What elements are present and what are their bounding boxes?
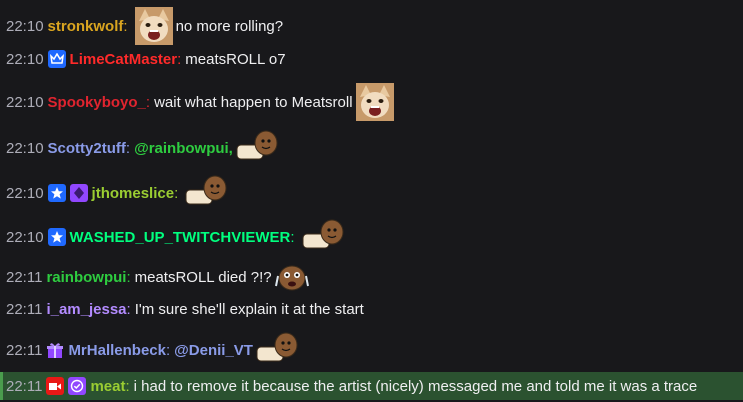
verified-badge[interactable] bbox=[68, 377, 87, 395]
chat-message: 22:11 i_am_jessa : I'm sure she'll expla… bbox=[6, 300, 364, 318]
username[interactable]: rainbowpui bbox=[46, 269, 126, 286]
highlighted-chat-message: 22:11 meat : i had to remove it because … bbox=[0, 372, 743, 400]
potato-emote[interactable] bbox=[256, 331, 298, 369]
timestamp: 22:11 bbox=[6, 377, 43, 395]
username[interactable]: i_am_jessa bbox=[46, 301, 126, 318]
star-badge[interactable] bbox=[47, 228, 66, 246]
potato-emote[interactable] bbox=[302, 218, 344, 256]
timestamp: 22:11 bbox=[6, 341, 43, 359]
message-text: i had to remove it because the artist (n… bbox=[133, 377, 698, 395]
chat-message: 22:10 Spookyboyo_ : wait what happen to … bbox=[0, 82, 743, 122]
star-badge[interactable] bbox=[47, 184, 66, 202]
message-text: no more rolling? bbox=[175, 17, 284, 35]
username[interactable]: stronkwolf bbox=[48, 18, 124, 35]
chat-message: 22:11 MrHallenbeck : @Denii_VT bbox=[0, 330, 743, 370]
timestamp: 22:10 bbox=[6, 50, 44, 68]
crying-emote[interactable] bbox=[274, 262, 309, 292]
timestamp: 22:10 bbox=[6, 184, 44, 202]
gem-badge[interactable] bbox=[69, 184, 88, 202]
chat-log: 22:10 stronkwolf : no more rolling? 22:1… bbox=[0, 0, 743, 402]
chat-message: 22:11 rainbowpui : meatsROLL died ?!? bbox=[0, 260, 743, 294]
timestamp: 22:11 bbox=[6, 300, 43, 318]
message-text: meatsROLL o7 bbox=[185, 50, 286, 68]
chat-message: 22:10 stronkwolf : no more rolling? bbox=[0, 6, 743, 46]
gift-badge[interactable] bbox=[46, 341, 64, 359]
prime-crown-badge[interactable] bbox=[47, 50, 66, 68]
chat-message: 22:10 jthomeslice : bbox=[0, 172, 743, 214]
username[interactable]: meat bbox=[90, 378, 125, 395]
potato-emote[interactable] bbox=[236, 129, 278, 167]
username[interactable]: jthomeslice bbox=[92, 185, 175, 202]
mention[interactable]: @rainbowpui, bbox=[134, 140, 233, 157]
timestamp: 22:10 bbox=[6, 93, 44, 111]
cat-emote[interactable] bbox=[355, 83, 394, 121]
chat-message: 22:10 Scotty2tuff : @rainbowpui, bbox=[0, 128, 743, 168]
message-text: I'm sure she'll explain it at the start bbox=[134, 300, 364, 318]
username[interactable]: Scotty2tuff bbox=[48, 140, 126, 157]
mention[interactable]: @Denii_VT bbox=[174, 342, 253, 359]
username[interactable]: WASHED_UP_TWITCHVIEWER bbox=[70, 229, 291, 246]
username[interactable]: MrHallenbeck bbox=[68, 342, 166, 359]
timestamp: 22:10 bbox=[6, 17, 44, 35]
username[interactable]: Spookyboyo_ bbox=[48, 94, 146, 111]
chat-message: 22:10 LimeCatMaster : meatsROLL o7 bbox=[6, 50, 286, 68]
timestamp: 22:10 bbox=[6, 228, 44, 246]
cat-emote[interactable] bbox=[134, 7, 173, 45]
username[interactable]: LimeCatMaster bbox=[70, 51, 178, 68]
chat-message: 22:10 WASHED_UP_TWITCHVIEWER : bbox=[0, 216, 743, 258]
timestamp: 22:10 bbox=[6, 139, 44, 157]
message-text: wait what happen to Meatsroll bbox=[154, 93, 353, 111]
timestamp: 22:11 bbox=[6, 268, 43, 286]
message-text: meatsROLL died ?!? bbox=[134, 268, 272, 286]
potato-emote[interactable] bbox=[185, 174, 227, 212]
broadcaster-badge[interactable] bbox=[46, 377, 65, 395]
